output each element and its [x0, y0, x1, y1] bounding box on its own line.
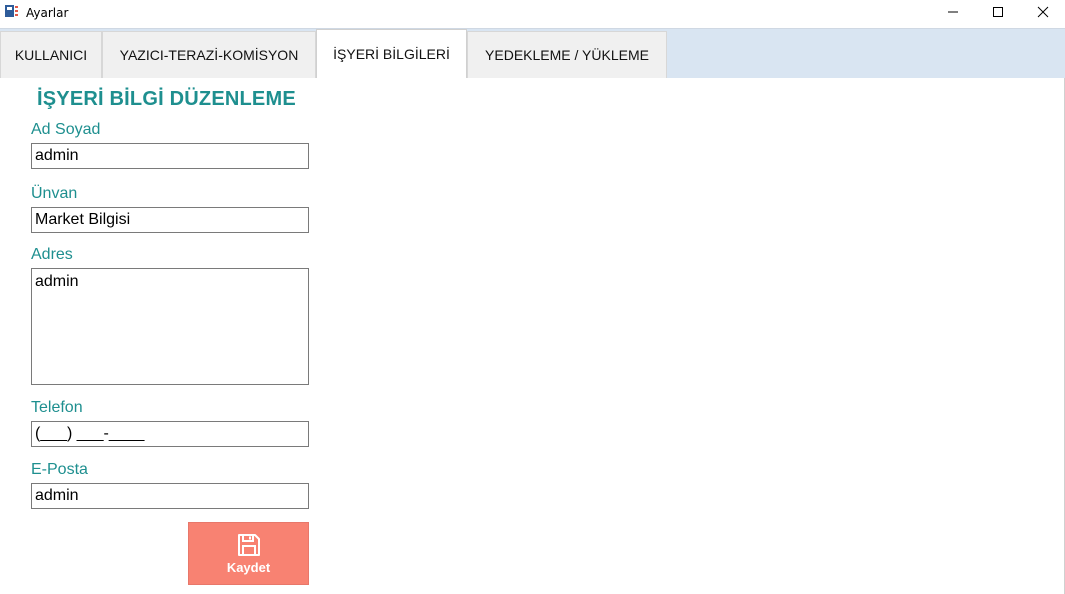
save-button-label: Kaydet: [226, 560, 271, 575]
email-label: E-Posta: [31, 461, 88, 478]
email-field[interactable]: admin: [31, 483, 309, 509]
floppy-disk-icon: [236, 532, 262, 558]
name-label: Ad Soyad: [31, 121, 101, 138]
app-icon: [4, 4, 20, 20]
tab-kullanici[interactable]: KULLANICI: [0, 31, 102, 78]
title-label: Ünvan: [31, 185, 78, 202]
save-button[interactable]: Kaydet: [188, 522, 309, 585]
minimize-button[interactable]: [930, 0, 976, 28]
phone-field[interactable]: (___) ___-____: [31, 421, 309, 447]
title-bar: Ayarlar: [0, 0, 1065, 28]
tab-label: İŞYERİ BİLGİLERİ: [333, 46, 450, 62]
tab-label: YAZICI-TERAZİ-KOMİSYON: [119, 47, 299, 63]
minimize-icon: [947, 5, 959, 23]
close-button[interactable]: [1020, 0, 1065, 28]
maximize-button[interactable]: [975, 0, 1021, 28]
address-textarea[interactable]: admin: [31, 268, 309, 385]
form-heading: İŞYERİ BİLGİ DÜZENLEME: [37, 88, 296, 110]
name-field[interactable]: admin: [31, 143, 309, 169]
tab-strip: KULLANICI YAZICI-TERAZİ-KOMİSYON İŞYERİ …: [0, 28, 1065, 78]
tab-yazici-terazi-komisyon[interactable]: YAZICI-TERAZİ-KOMİSYON: [102, 31, 316, 78]
title-field[interactable]: Market Bilgisi: [31, 207, 309, 233]
close-icon: [1037, 5, 1049, 23]
window-title: Ayarlar: [26, 6, 69, 20]
address-label: Adres: [31, 246, 73, 263]
tab-isyeri-bilgileri[interactable]: İŞYERİ BİLGİLERİ: [316, 29, 467, 78]
tab-label: YEDEKLEME / YÜKLEME: [485, 47, 649, 63]
tab-content-panel: İŞYERİ BİLGİ DÜZENLEME Ad Soyad admin Ün…: [0, 78, 1065, 594]
tab-yedekleme-yukleme[interactable]: YEDEKLEME / YÜKLEME: [467, 31, 667, 78]
tab-label: KULLANICI: [14, 47, 88, 63]
maximize-icon: [992, 5, 1004, 23]
phone-label: Telefon: [31, 399, 83, 416]
